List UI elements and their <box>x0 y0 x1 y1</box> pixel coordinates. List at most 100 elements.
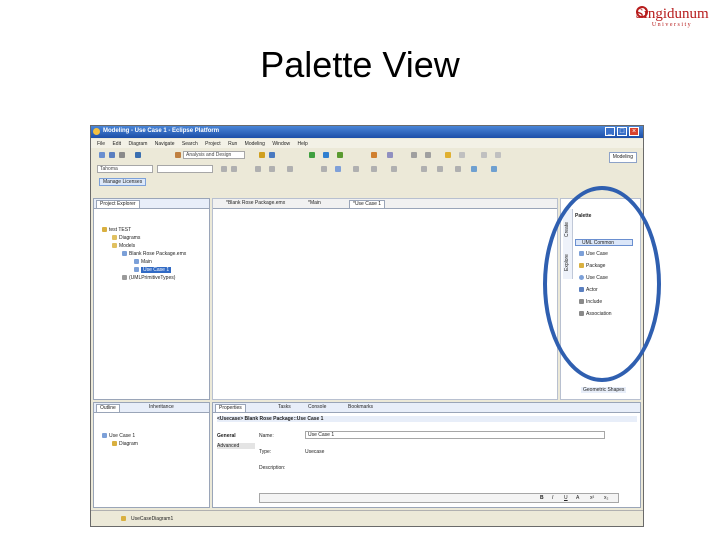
diagram-icon <box>121 516 126 521</box>
bold-icon[interactable] <box>221 166 227 172</box>
save-icon[interactable] <box>109 152 115 158</box>
build-icon[interactable] <box>135 152 141 158</box>
name-label: Name: <box>259 433 274 439</box>
section-advanced[interactable]: Advanced <box>217 443 255 449</box>
italic-button[interactable]: I <box>552 495 553 501</box>
minimize-button[interactable]: _ <box>605 127 615 136</box>
diagram-icon <box>112 441 117 447</box>
properties-header: <Usecase> Blank Rose Package::Use Case 1 <box>217 416 637 422</box>
run-icon[interactable] <box>309 152 315 158</box>
font-color-icon[interactable] <box>255 166 261 172</box>
tree-item[interactable]: Models <box>112 243 135 249</box>
perspective-switcher[interactable]: Modeling <box>608 152 637 163</box>
tool-icon[interactable] <box>471 166 477 172</box>
tool-icon[interactable] <box>455 166 461 172</box>
name-field[interactable]: Use Case 1 <box>305 431 605 439</box>
debug-icon[interactable] <box>323 152 329 158</box>
tab-inheritance[interactable]: Inheritance <box>146 404 177 411</box>
menu-file[interactable]: File <box>97 141 105 147</box>
section-general[interactable]: General <box>217 433 255 439</box>
diagram-editor[interactable]: *Blank Rose Package.emx *Main *Use Case … <box>212 198 558 400</box>
analysis-combo[interactable]: Analysis and Design <box>183 151 245 159</box>
maximize-button[interactable]: □ <box>617 127 627 136</box>
tool-icon[interactable] <box>337 152 343 158</box>
tree-item[interactable]: test TEST <box>102 227 131 233</box>
superscript-button[interactable]: x² <box>590 495 594 501</box>
tool-icon[interactable] <box>353 166 359 172</box>
tool-icon[interactable] <box>411 152 417 158</box>
diagram-icon <box>134 267 139 273</box>
fill-color-icon[interactable] <box>269 166 275 172</box>
package-icon <box>122 251 127 257</box>
type-label: Type: <box>259 449 272 455</box>
menu-search[interactable]: Search <box>182 141 198 147</box>
manage-licenses-button[interactable]: Manage Licenses <box>99 178 147 186</box>
search-icon[interactable] <box>371 152 377 158</box>
tree-item[interactable]: Main <box>134 259 152 265</box>
tree-item[interactable]: Diagrams <box>112 235 140 241</box>
back-icon[interactable] <box>481 152 487 158</box>
tab-console[interactable]: Console <box>305 404 329 411</box>
tool-icon[interactable] <box>459 152 465 158</box>
tool-icon[interactable] <box>387 152 393 158</box>
tool-icon[interactable] <box>335 166 341 172</box>
tab-main[interactable]: *Main <box>305 200 324 207</box>
description-label: Description: <box>259 465 286 471</box>
close-button[interactable]: × <box>629 127 639 136</box>
size-combo[interactable] <box>157 165 213 173</box>
menu-project[interactable]: Project <box>205 141 221 147</box>
format-toolbar: Tahoma <box>91 163 643 175</box>
analysis-icon[interactable] <box>175 152 181 158</box>
tool-icon[interactable] <box>437 166 443 172</box>
new-icon[interactable] <box>99 152 105 158</box>
underline-button[interactable]: U <box>564 495 568 501</box>
menu-window[interactable]: Window <box>272 141 290 147</box>
menu-navigate[interactable]: Navigate <box>155 141 175 147</box>
tab-outline[interactable]: Outline <box>96 404 120 412</box>
tool-icon[interactable] <box>259 152 265 158</box>
tab-project-explorer[interactable]: Project Explorer <box>96 200 140 208</box>
window-title: Modeling - Use Case 1 - Eclipse Platform <box>103 128 220 134</box>
italic-icon[interactable] <box>231 166 237 172</box>
menu-diagram[interactable]: Diagram <box>128 141 147 147</box>
subscript-button[interactable]: x₂ <box>604 495 608 501</box>
tree-item[interactable]: Blank Rose Package.emx <box>122 251 186 257</box>
font-combo[interactable]: Tahoma <box>97 165 153 173</box>
menu-modeling[interactable]: Modeling <box>245 141 265 147</box>
tree-item[interactable]: (UMLPrimitiveTypes) <box>122 275 175 281</box>
project-icon <box>102 227 107 233</box>
logo-mark-icon <box>636 6 648 18</box>
university-logo: Singidunum University <box>628 6 716 42</box>
tool-icon[interactable] <box>425 152 431 158</box>
tool-icon[interactable] <box>269 152 275 158</box>
tool-icon[interactable] <box>391 166 397 172</box>
menu-run[interactable]: Run <box>228 141 237 147</box>
bold-button[interactable]: B <box>540 495 544 501</box>
font-color-button[interactable]: A <box>576 495 579 501</box>
menu-help[interactable]: Help <box>298 141 308 147</box>
line-color-icon[interactable] <box>287 166 293 172</box>
tab-properties[interactable]: Properties <box>215 404 246 412</box>
tool-icon[interactable] <box>491 166 497 172</box>
menu-edit[interactable]: Edit <box>112 141 121 147</box>
tab-tasks[interactable]: Tasks <box>275 404 294 411</box>
tab-bookmarks[interactable]: Bookmarks <box>345 404 376 411</box>
print-icon[interactable] <box>119 152 125 158</box>
tool-icon[interactable] <box>371 166 377 172</box>
folder-icon <box>112 243 117 249</box>
tool-icon[interactable] <box>321 166 327 172</box>
tool-icon[interactable] <box>445 152 451 158</box>
outline-item[interactable]: Use Case 1 <box>102 433 135 439</box>
window-titlebar: Modeling - Use Case 1 - Eclipse Platform… <box>91 126 643 138</box>
outline-item[interactable]: Diagram <box>112 441 138 447</box>
eclipse-icon <box>93 128 100 135</box>
tab-use-case-1[interactable]: *Use Case 1 <box>349 200 386 208</box>
forward-icon[interactable] <box>495 152 501 158</box>
tab-blank-rose-package[interactable]: *Blank Rose Package.emx <box>223 200 288 207</box>
tool-icon[interactable] <box>421 166 427 172</box>
tree-item-selected[interactable]: Use Case 1 <box>134 267 172 273</box>
library-icon <box>122 275 127 281</box>
diagram-icon <box>134 259 139 265</box>
palette-drawer-geometric-shapes[interactable]: Geometric Shapes <box>581 387 627 393</box>
properties-view: Properties Tasks Console Bookmarks <Usec… <box>212 402 641 508</box>
